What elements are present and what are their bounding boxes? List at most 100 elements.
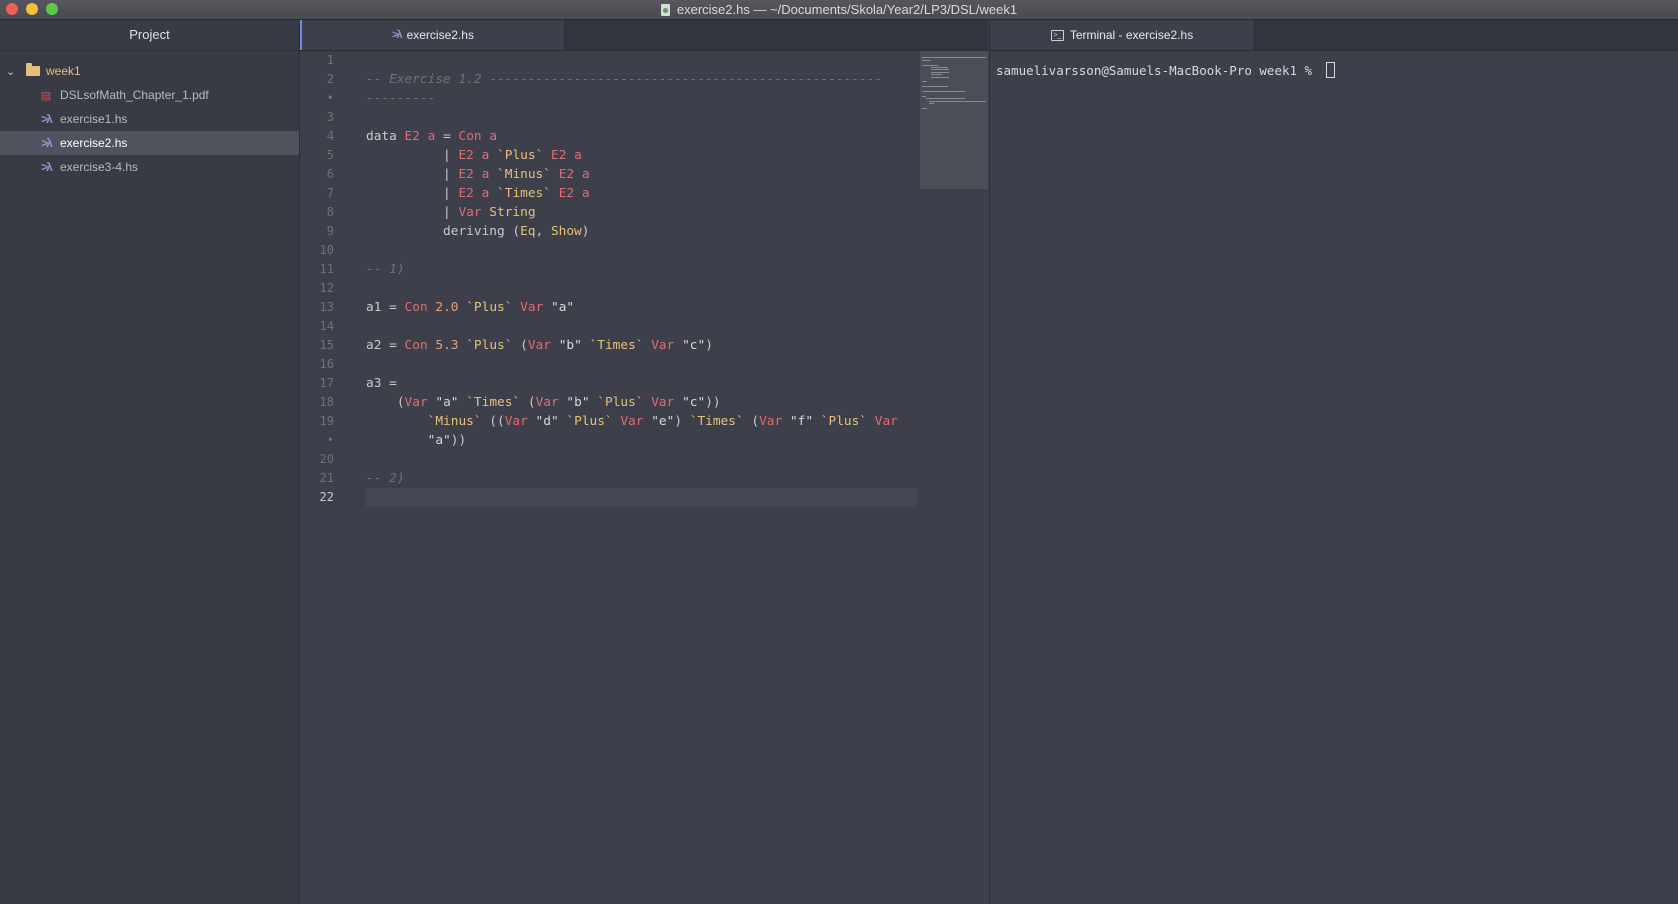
haskell-icon: >λ xyxy=(41,136,53,150)
code-line: a1 = Con 2.0 `Plus` Var "a" xyxy=(366,300,575,315)
line-number: 11 xyxy=(319,262,334,276)
minimap-line xyxy=(931,71,950,73)
minimap-line xyxy=(922,57,986,59)
line-number: 7 xyxy=(326,186,334,200)
terminal-pane: >_ Terminal - exercise2.hs samuelivarsso… xyxy=(989,20,1678,904)
minimap-line xyxy=(922,95,926,97)
file-label: exercise1.hs xyxy=(60,112,128,126)
code-line: deriving (Eq, Show) xyxy=(366,224,590,239)
terminal-prompt: samuelivarsson@Samuels-MacBook-Pro week1… xyxy=(996,62,1320,78)
line-number: 5 xyxy=(326,148,334,162)
line-number: 22 xyxy=(319,490,334,504)
line-number: 19 xyxy=(319,414,334,428)
code-line: -- 1) xyxy=(366,262,405,277)
tree-file[interactable]: >λ exercise1.hs xyxy=(0,107,299,131)
pdf-icon: ▤ xyxy=(40,89,52,102)
code-line: -- 2) xyxy=(366,471,405,486)
line-number: 21 xyxy=(319,471,334,485)
code-line: `Minus` ((Var "d" `Plus` Var "e") `Times… xyxy=(427,414,898,429)
title-bar: exercise2.hs — ~/Documents/Skola/Year2/L… xyxy=(0,0,1678,20)
terminal-output[interactable]: samuelivarsson@Samuels-MacBook-Pro week1… xyxy=(990,51,1678,89)
folder-label: week1 xyxy=(46,64,81,78)
code-line: "a")) xyxy=(427,433,467,448)
line-number: 12 xyxy=(319,281,334,295)
line-number: 8 xyxy=(326,205,334,219)
sidebar-header: Project xyxy=(0,20,299,51)
code-line xyxy=(366,488,918,507)
minimap-line xyxy=(922,91,965,92)
code-line: a3 = xyxy=(366,376,397,391)
line-number: 20 xyxy=(319,452,334,466)
line-number: 2 xyxy=(326,72,334,86)
haskell-icon: >λ xyxy=(392,29,402,41)
line-number: 14 xyxy=(319,319,334,333)
editor-pane: >λ exercise2.hs 1 2 • 3 4 5 6 7 8 9 10 11 12 13 14 15 16… xyxy=(300,20,988,904)
tree-folder-week1[interactable]: ⌄ week1 xyxy=(0,59,299,83)
file-label: DSLsofMath_Chapter_1.pdf xyxy=(60,88,209,102)
minimap-line xyxy=(931,67,949,68)
minimap-line xyxy=(922,107,927,109)
minimap-line xyxy=(922,59,931,61)
code-line: --------- xyxy=(366,91,436,106)
terminal-tab-bar: >_ Terminal - exercise2.hs xyxy=(990,20,1678,51)
line-number: 15 xyxy=(319,338,334,352)
line-number: 18 xyxy=(319,395,334,409)
minimap-line xyxy=(931,74,943,76)
line-number: • xyxy=(326,433,334,447)
line-number: • xyxy=(326,91,334,105)
minimap-line xyxy=(922,86,948,88)
code-line: | Var String xyxy=(366,205,536,220)
code-line: a2 = Con 5.3 `Plus` (Var "b" `Times` Var… xyxy=(366,338,713,353)
line-number: 9 xyxy=(326,224,334,238)
code-line: | E2 a `Plus` E2 a xyxy=(366,148,582,163)
tab-label: exercise2.hs xyxy=(406,28,474,42)
code-line: | E2 a `Times` E2 a xyxy=(366,186,590,201)
terminal-cursor xyxy=(1325,62,1335,78)
minimap-line xyxy=(929,100,986,102)
chevron-down-icon: ⌄ xyxy=(6,65,16,78)
minimap-line xyxy=(931,69,950,71)
minimap-line xyxy=(922,81,927,83)
minimap-line xyxy=(931,76,950,78)
line-number: 17 xyxy=(319,376,334,390)
minimap[interactable] xyxy=(920,51,988,189)
file-label: exercise2.hs xyxy=(60,136,128,150)
tab-terminal[interactable]: >_ Terminal - exercise2.hs xyxy=(990,20,1255,50)
project-sidebar: Project ⌄ week1 ▤ DSLsofMath_Chapter_1.p… xyxy=(0,20,300,904)
minimap-line xyxy=(925,98,966,100)
line-number: 6 xyxy=(326,167,334,181)
editor-tab-bar: >λ exercise2.hs xyxy=(300,20,988,51)
document-icon xyxy=(660,3,670,16)
line-number: 10 xyxy=(319,243,334,257)
code-line: (Var "a" `Times` (Var "b" `Plus` Var "c"… xyxy=(366,395,721,410)
haskell-icon: >λ xyxy=(41,160,53,174)
minimap-line xyxy=(922,64,939,66)
code-area[interactable]: -- Exercise 1.2 ------------------------… xyxy=(366,51,918,507)
terminal-tab-label: Terminal - exercise2.hs xyxy=(1069,28,1194,42)
line-number: 16 xyxy=(319,357,334,371)
line-number: 3 xyxy=(326,110,334,124)
folder-icon xyxy=(26,63,40,76)
code-line: | E2 a `Minus` E2 a xyxy=(366,167,590,182)
minimap-line xyxy=(929,103,934,104)
line-number: 4 xyxy=(326,129,334,143)
tab-exercise2[interactable]: >λ exercise2.hs xyxy=(300,20,565,50)
haskell-icon: >λ xyxy=(41,112,53,126)
terminal-icon: >_ xyxy=(1050,29,1064,41)
tree-file-selected[interactable]: >λ exercise2.hs xyxy=(0,131,299,155)
line-number: 13 xyxy=(319,300,334,314)
window-title: exercise2.hs — ~/Documents/Skola/Year2/L… xyxy=(676,2,1018,17)
tree-file[interactable]: >λ exercise3-4.hs xyxy=(0,155,299,179)
code-line: -- Exercise 1.2 ------------------------… xyxy=(366,72,883,87)
tree-file[interactable]: ▤ DSLsofMath_Chapter_1.pdf xyxy=(0,83,299,107)
line-number: 1 xyxy=(326,53,334,67)
file-label: exercise3-4.hs xyxy=(60,160,139,174)
code-line: data E2 a = Con a xyxy=(366,129,498,144)
